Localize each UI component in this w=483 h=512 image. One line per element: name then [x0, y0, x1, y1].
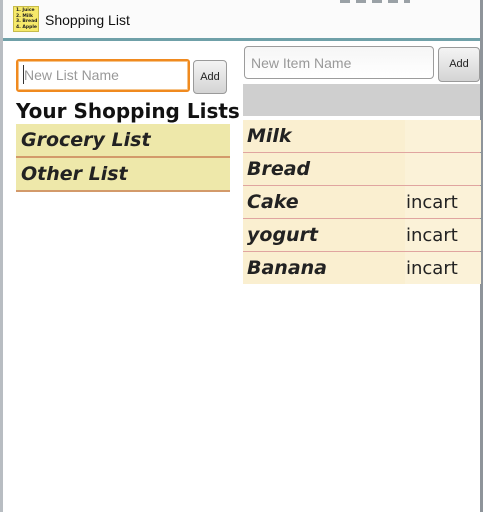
- item-name: Milk: [247, 125, 292, 147]
- window-left-edge: [0, 0, 3, 512]
- title-bar: 1. Juice 2. Milk 3. Bread 4. Apple Shopp…: [3, 0, 480, 41]
- icon-line-1: 1. Juice: [16, 8, 35, 13]
- item-row[interactable]: Bread: [243, 153, 481, 186]
- selected-list-header: [243, 84, 480, 116]
- text-cursor: [23, 65, 24, 84]
- item-status: [405, 153, 481, 185]
- icon-line-3: 3. Bread: [16, 19, 38, 25]
- new-list-name-input[interactable]: New List Name: [16, 59, 190, 92]
- status-bar-fragment: [340, 0, 410, 3]
- item-name: yogurt: [247, 224, 319, 246]
- item-status: incart: [405, 252, 481, 284]
- shopping-lists: Grocery List Other List: [16, 124, 230, 192]
- item-row[interactable]: Cake incart: [243, 186, 481, 219]
- item-status: [405, 120, 481, 152]
- new-item-name-input[interactable]: New Item Name: [244, 46, 434, 79]
- list-item-grocery-list[interactable]: Grocery List: [16, 124, 230, 158]
- item-name: Bread: [247, 158, 311, 180]
- list-item-other-list[interactable]: Other List: [16, 158, 230, 192]
- item-name: Banana: [247, 257, 327, 279]
- item-row[interactable]: Banana incart: [243, 252, 481, 284]
- item-name: Cake: [247, 191, 299, 213]
- item-row[interactable]: Milk: [243, 120, 481, 153]
- new-item-name-placeholder: New Item Name: [251, 55, 352, 71]
- add-item-button[interactable]: Add: [438, 47, 480, 82]
- app-title: Shopping List: [45, 12, 130, 28]
- item-status: incart: [405, 219, 481, 251]
- shopping-lists-heading: Your Shopping Lists: [16, 99, 240, 123]
- item-list: Milk Bread Cake incart yogurt incart Ban…: [243, 120, 481, 284]
- add-list-button[interactable]: Add: [193, 60, 227, 94]
- item-status: incart: [405, 186, 481, 218]
- shopping-list-app-icon: 1. Juice 2. Milk 3. Bread 4. Apple: [13, 6, 39, 32]
- item-row[interactable]: yogurt incart: [243, 219, 481, 252]
- icon-line-4: 4. Apple: [16, 24, 37, 30]
- new-list-name-placeholder: New List Name: [24, 67, 119, 83]
